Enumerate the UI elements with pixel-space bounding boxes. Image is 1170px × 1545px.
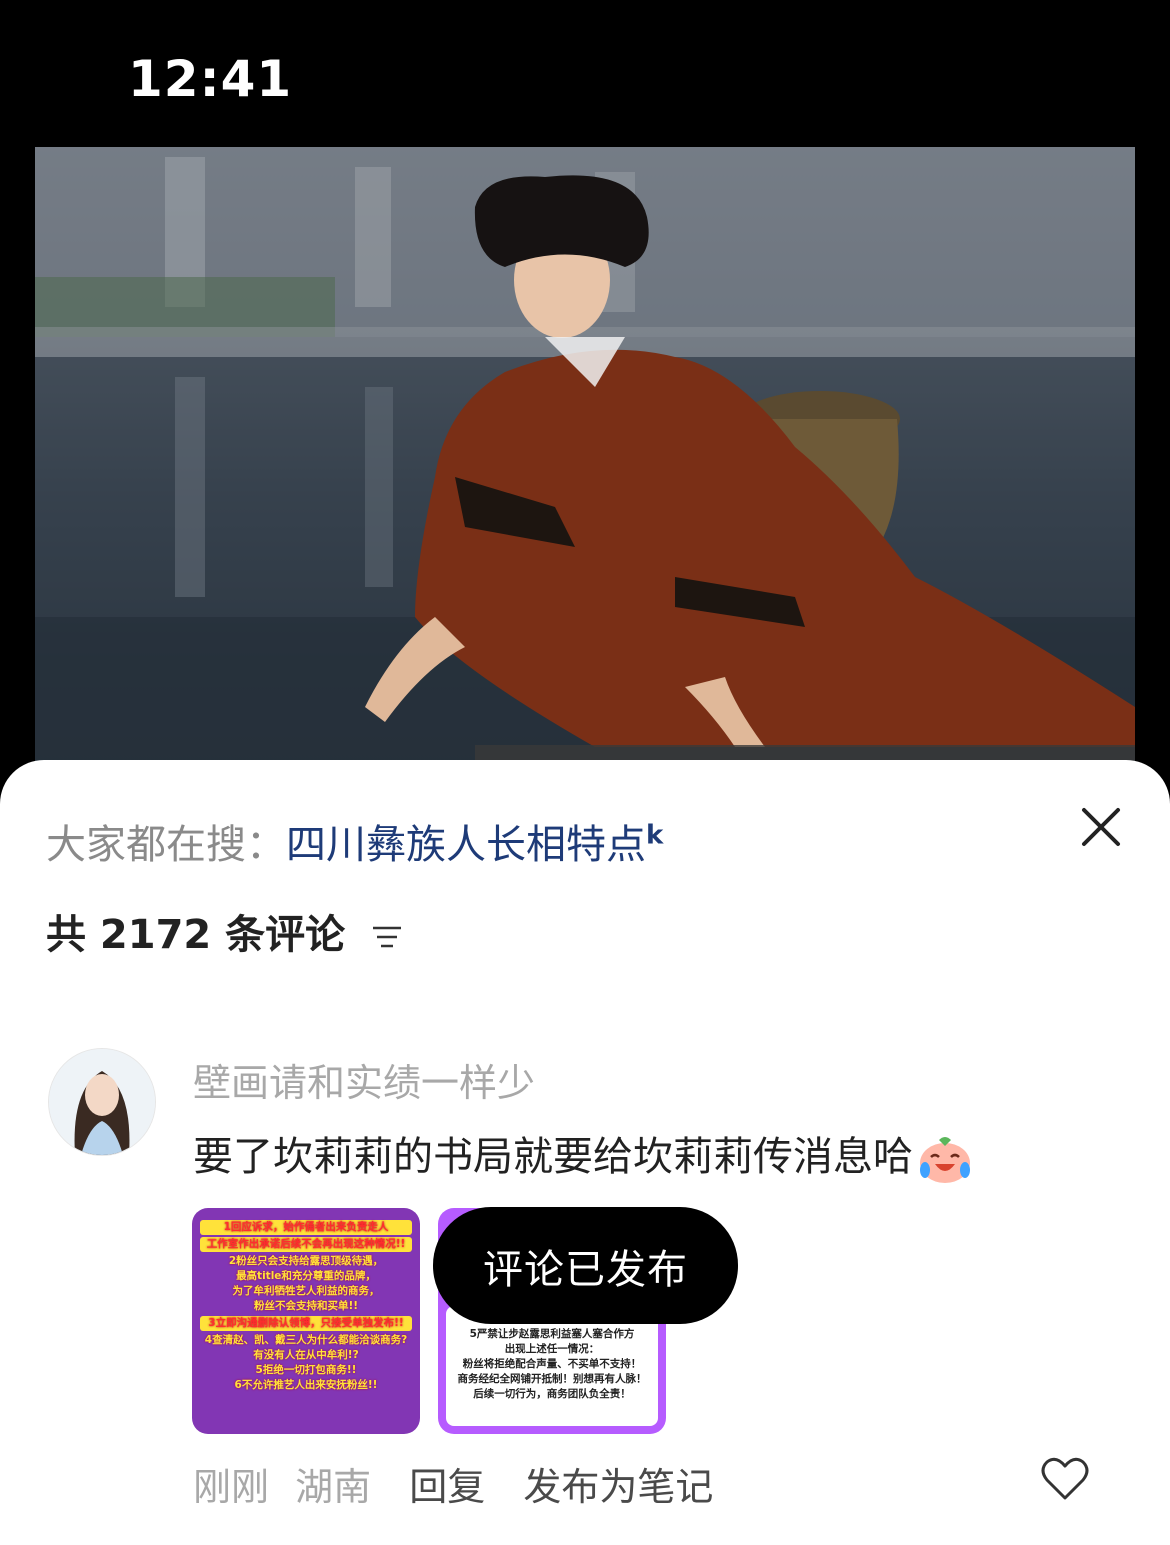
image-text-line: 粉丝不会支持和买单!! — [253, 1300, 359, 1312]
publish-as-note-button[interactable]: 发布为笔记 — [523, 1465, 713, 1509]
status-bar: 12:41 — [0, 0, 1170, 147]
heart-icon[interactable] — [1040, 1456, 1090, 1502]
comment-meta: 刚刚 湖南 回复 发布为笔记 — [193, 1456, 713, 1511]
image-text-line: 最高title和充分尊重的品牌， — [236, 1270, 376, 1282]
comment-text: 要了坎莉莉的书局就要给坎莉莉传消息哈 — [193, 1134, 913, 1180]
comment-image-1[interactable]: 1回应诉求，始作俑者出来负责走人 工作室作出承诺后续不会再出现这种情况!! 2粉丝只… — [192, 1208, 420, 1434]
image-text-line: 6不允许推艺人出来安抚粉丝!! — [234, 1379, 378, 1391]
image-text-line: 商务经纪全网铺开抵制！别想再有人脉！ — [457, 1373, 647, 1385]
comment-time: 刚刚 — [193, 1465, 270, 1509]
comment-image-2-panel: 牺牲赵露思任何待遇5严禁让步赵露思利益塞人塞合作方出现上述任一情况：粉丝将拒绝配… — [446, 1306, 658, 1426]
toast-comment-published: 评论已发布 — [433, 1207, 738, 1324]
search-suggest-term[interactable]: 四川彝族人长相特点 — [286, 822, 646, 868]
image-text-line: 工作室作出承诺后续不会再出现这种情况!! — [200, 1237, 412, 1252]
avatar-image — [49, 1049, 155, 1155]
search-suggestion[interactable]: 大家都在搜：四川彝族人长相特点𝗸 — [46, 812, 663, 870]
avatar[interactable] — [48, 1048, 156, 1156]
photo-illustration — [35, 147, 1135, 787]
comment-count-header: 共 2172 条评论 — [46, 902, 403, 960]
image-text-line: 粉丝将拒绝配合声量、不买单不支持！ — [462, 1358, 642, 1370]
sort-icon[interactable] — [371, 924, 403, 950]
comment-count: 共 2172 条评论 — [46, 912, 346, 958]
comment-image-1-text: 1回应诉求，始作俑者出来负责走人 工作室作出承诺后续不会再出现这种情况!! 2粉丝只… — [192, 1208, 420, 1403]
search-suggest-prefix: 大家都在搜： — [46, 822, 286, 868]
image-text-line: 为了牟利牺牲艺人利益的商务， — [232, 1285, 380, 1297]
image-text-line: 3立即沟通删除认领博，只接受单独发布!! — [200, 1316, 412, 1331]
comment-location: 湖南 — [295, 1465, 372, 1509]
image-text-line: 出现上述任一情况： — [504, 1343, 600, 1355]
image-text-line: 5严禁让步赵露思利益塞人塞合作方 — [469, 1328, 635, 1340]
close-icon[interactable] — [1076, 802, 1126, 852]
image-text-line: 2粉丝只会支持给露思顶级待遇， — [228, 1255, 384, 1267]
image-text-line: 1回应诉求，始作俑者出来负责走人 — [200, 1220, 412, 1235]
comment-username[interactable]: 壁画请和实绩一样少 — [193, 1052, 535, 1107]
crying-laughing-peach-emoji — [920, 1137, 970, 1183]
search-icon: 𝗸 — [646, 820, 664, 851]
post-photo[interactable] — [35, 147, 1135, 787]
reply-button[interactable]: 回复 — [409, 1465, 485, 1509]
image-text-line: 有没有人在从中牟利!? — [253, 1349, 359, 1361]
image-text-line: 4查清赵、凯、戴三人为什么都能洽谈商务? — [204, 1334, 408, 1346]
status-time: 12:41 — [128, 50, 293, 108]
image-text-line: 后续一切行为，商务团队负全责！ — [473, 1388, 631, 1400]
image-text-line: 5拒绝一切打包商务!! — [255, 1364, 357, 1376]
comment-body: 要了坎莉莉的书局就要给坎莉莉传消息哈 — [193, 1124, 973, 1184]
